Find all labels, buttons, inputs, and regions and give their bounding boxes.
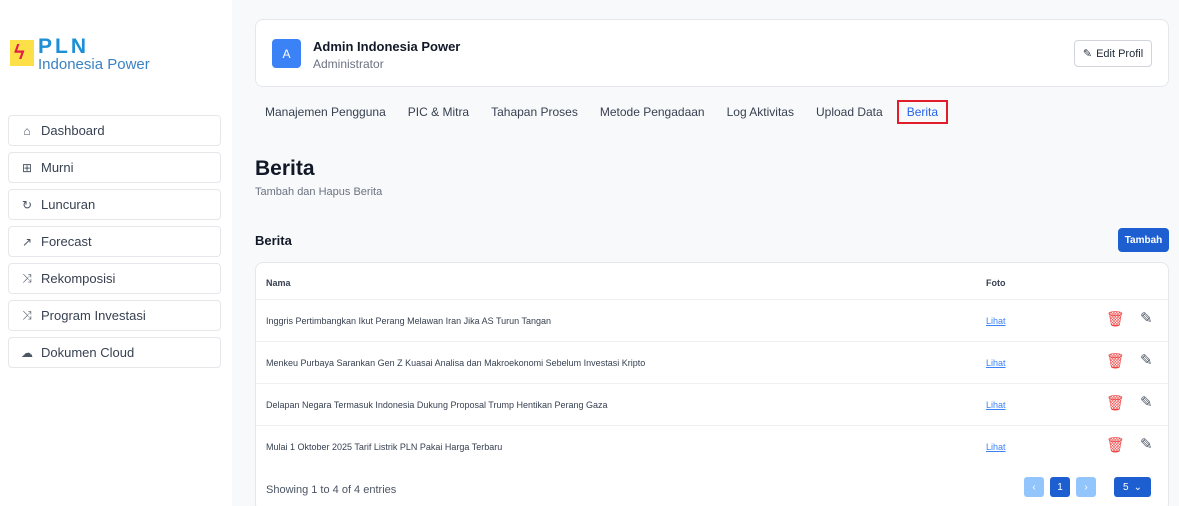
- column-header-photo: Foto: [986, 278, 1006, 288]
- page-subtitle: Tambah dan Hapus Berita: [255, 186, 383, 198]
- profile-role: Administrator: [313, 57, 384, 71]
- sidebar-item-label: Rekomposisi: [41, 271, 116, 286]
- sidebar-item-dokumen-cloud[interactable]: ☁ Dokumen Cloud: [8, 337, 221, 368]
- sidebar: ϟ PLN Indonesia Power ⌂ Dashboard ⊞ Murn…: [0, 0, 232, 506]
- page-size-value: 5: [1123, 481, 1129, 493]
- chevron-right-icon: ›: [1084, 481, 1088, 493]
- trash-icon[interactable]: 🗑︎: [1106, 436, 1125, 454]
- main-content: A Admin Indonesia Power Administrator ✎ …: [240, 0, 1179, 506]
- news-table: Nama Foto Inggris Pertimbangkan Ikut Per…: [255, 262, 1169, 506]
- cloud-icon: ☁: [21, 345, 33, 360]
- shuffle-icon: ⤨: [22, 308, 32, 322]
- prev-page-button[interactable]: ‹: [1024, 477, 1044, 497]
- profile-card: A Admin Indonesia Power Administrator ✎ …: [255, 19, 1169, 87]
- logo-subtitle: Indonesia Power: [38, 56, 150, 73]
- pencil-icon: ✎: [1082, 48, 1093, 60]
- sidebar-item-program-investasi[interactable]: ⤨ Program Investasi: [8, 300, 221, 331]
- pencil-icon[interactable]: ✎: [1140, 435, 1153, 453]
- table-row: Delapan Negara Termasuk Indonesia Dukung…: [256, 383, 1168, 425]
- view-photo-link[interactable]: Lihat: [986, 442, 1006, 452]
- tab-pic-mitra[interactable]: PIC & Mitra: [408, 99, 469, 125]
- pln-lightning-icon: ϟ: [10, 40, 34, 66]
- view-photo-link[interactable]: Lihat: [986, 316, 1006, 326]
- admin-tabs: Manajemen Pengguna PIC & Mitra Tahapan P…: [265, 97, 970, 127]
- refresh-icon: ↻: [21, 197, 33, 212]
- file-plus-icon: ⊞: [21, 160, 33, 175]
- sidebar-item-label: Dokumen Cloud: [41, 345, 135, 360]
- tab-upload-data[interactable]: Upload Data: [816, 99, 883, 125]
- tab-manajemen-pengguna[interactable]: Manajemen Pengguna: [265, 99, 386, 125]
- news-title: Mulai 1 Oktober 2025 Tarif Listrik PLN P…: [266, 442, 503, 452]
- trash-icon[interactable]: 🗑︎: [1106, 310, 1125, 328]
- table-row: Menkeu Purbaya Sarankan Gen Z Kuasai Ana…: [256, 341, 1168, 383]
- news-title: Menkeu Purbaya Sarankan Gen Z Kuasai Ana…: [266, 358, 646, 368]
- sidebar-item-label: Luncuran: [41, 197, 96, 212]
- news-title: Inggris Pertimbangkan Ikut Perang Melawa…: [266, 316, 551, 326]
- entries-summary: Showing 1 to 4 of 4 entries: [266, 484, 397, 496]
- table-row: Mulai 1 Oktober 2025 Tarif Listrik PLN P…: [256, 425, 1168, 467]
- sidebar-item-luncuran[interactable]: ↻ Luncuran: [8, 189, 221, 220]
- pencil-icon[interactable]: ✎: [1140, 393, 1153, 411]
- table-row: Inggris Pertimbangkan Ikut Perang Melawa…: [256, 299, 1168, 341]
- add-news-button[interactable]: Tambah: [1118, 228, 1169, 252]
- sidebar-item-rekomposisi[interactable]: ⤨ Rekomposisi: [8, 263, 221, 294]
- chevron-left-icon: ‹: [1032, 481, 1036, 493]
- logo-brand: PLN: [38, 35, 89, 58]
- section-title: Berita: [255, 233, 292, 248]
- sidebar-item-dashboard[interactable]: ⌂ Dashboard: [8, 115, 221, 146]
- trash-icon[interactable]: 🗑︎: [1106, 394, 1125, 412]
- next-page-button[interactable]: ›: [1076, 477, 1096, 497]
- view-photo-link[interactable]: Lihat: [986, 400, 1006, 410]
- trash-icon[interactable]: 🗑︎: [1106, 352, 1125, 370]
- news-title: Delapan Negara Termasuk Indonesia Dukung…: [266, 400, 608, 410]
- chevron-down-icon: ⌄: [1133, 481, 1142, 493]
- profile-name: Admin Indonesia Power: [313, 39, 461, 54]
- pencil-icon[interactable]: ✎: [1140, 309, 1153, 327]
- sidebar-item-label: Forecast: [41, 234, 92, 249]
- sidebar-item-label: Murni: [41, 160, 74, 175]
- tab-metode-pengadaan[interactable]: Metode Pengadaan: [600, 99, 705, 125]
- sidebar-item-label: Dashboard: [41, 123, 105, 138]
- edit-profile-label: Edit Profil: [1096, 47, 1144, 60]
- view-photo-link[interactable]: Lihat: [986, 358, 1006, 368]
- pagination: ‹ 1 › 5 ⌄: [1024, 477, 1151, 497]
- pencil-icon[interactable]: ✎: [1140, 351, 1153, 369]
- trend-icon: ↗: [21, 234, 33, 249]
- avatar: A: [272, 39, 301, 68]
- sidebar-nav: ⌂ Dashboard ⊞ Murni ↻ Luncuran ↗ Forecas…: [8, 115, 221, 374]
- home-icon: ⌂: [23, 123, 31, 138]
- page-size-select[interactable]: 5 ⌄: [1114, 477, 1151, 497]
- shuffle-icon: ⤨: [22, 271, 32, 285]
- sidebar-item-murni[interactable]: ⊞ Murni: [8, 152, 221, 183]
- sidebar-item-forecast[interactable]: ↗ Forecast: [8, 226, 221, 257]
- page-number-button[interactable]: 1: [1050, 477, 1070, 497]
- tab-tahapan-proses[interactable]: Tahapan Proses: [491, 99, 578, 125]
- column-header-name: Nama: [266, 278, 291, 288]
- page-title: Berita: [255, 157, 315, 180]
- sidebar-item-label: Program Investasi: [41, 308, 146, 323]
- tab-berita[interactable]: Berita: [896, 100, 949, 124]
- tab-log-aktivitas[interactable]: Log Aktivitas: [727, 99, 794, 125]
- pln-logo[interactable]: ϟ PLN Indonesia Power: [10, 35, 150, 73]
- edit-profile-button[interactable]: ✎ Edit Profil: [1074, 40, 1152, 67]
